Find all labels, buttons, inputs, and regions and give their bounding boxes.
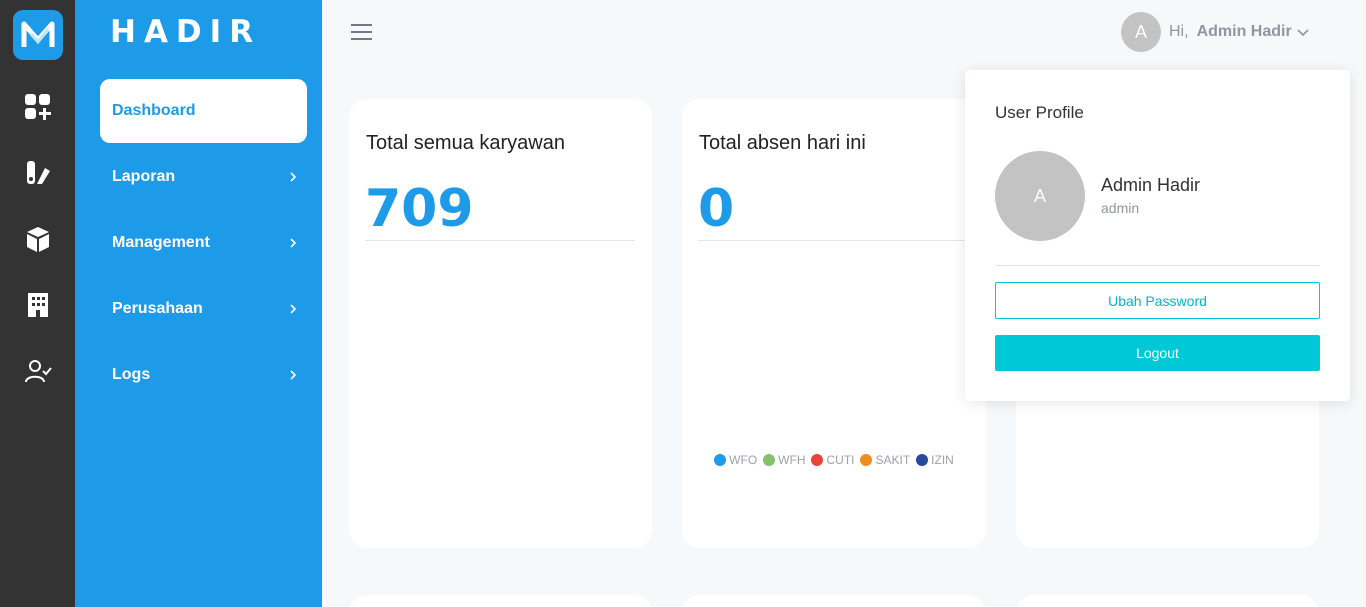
nav-item-label: Laporan xyxy=(112,168,176,185)
stat-card xyxy=(682,595,986,607)
brand-logo: HADIR xyxy=(110,14,262,50)
menu-toggle-icon[interactable] xyxy=(351,24,373,41)
chevron-right-icon xyxy=(290,304,297,314)
nav-item-management[interactable]: Management xyxy=(100,211,307,275)
profile-role: admin xyxy=(1101,200,1140,216)
stat-card-total-karyawan: Total semua karyawan 709 xyxy=(349,99,652,548)
change-password-button[interactable]: Ubah Password xyxy=(995,282,1320,319)
avatar: A xyxy=(995,151,1085,241)
legend-dot xyxy=(811,454,824,466)
stat-card-absen-hari-ini: Total absen hari ini 0 WFO WFH CUTI SAKI… xyxy=(682,99,986,548)
sidebar-nav: HADIR Dashboard Laporan Management Perus… xyxy=(75,0,322,607)
divider xyxy=(995,265,1320,266)
legend-item-izin[interactable]: IZIN xyxy=(916,453,954,467)
chart-legend: WFO WFH CUTI SAKIT IZIN xyxy=(682,453,986,473)
legend-dot xyxy=(860,454,873,466)
legend-label: WFH xyxy=(778,453,806,467)
user-check-icon[interactable] xyxy=(22,355,54,387)
legend-dot xyxy=(714,454,727,466)
legend-item-wfh[interactable]: WFH xyxy=(763,453,805,467)
user-profile-dropdown: User Profile A Admin Hadir admin Ubah Pa… xyxy=(965,70,1350,401)
legend-item-wfo[interactable]: WFO xyxy=(714,453,757,467)
divider xyxy=(365,240,635,241)
nav-item-perusahaan[interactable]: Perusahaan xyxy=(100,277,307,341)
avatar: A xyxy=(1121,12,1161,52)
card-value: 709 xyxy=(365,179,474,239)
nav-item-label: Logs xyxy=(112,366,151,383)
divider xyxy=(698,240,986,241)
icon-rail xyxy=(0,0,75,607)
stat-card xyxy=(349,595,652,607)
legend-label: CUTI xyxy=(826,453,855,467)
building-icon[interactable] xyxy=(22,289,54,321)
chevron-right-icon xyxy=(290,370,297,380)
chevron-right-icon xyxy=(290,172,297,182)
legend-dot xyxy=(763,454,776,466)
chevron-right-icon xyxy=(290,238,297,248)
dashboard-add-icon[interactable] xyxy=(22,91,54,123)
nav-item-label: Dashboard xyxy=(112,102,196,119)
box-icon[interactable] xyxy=(22,223,54,255)
stat-card xyxy=(1016,595,1319,607)
legend-label: SAKIT xyxy=(875,453,911,467)
legend-label: IZIN xyxy=(931,453,954,467)
dropdown-title: User Profile xyxy=(995,103,1084,122)
card-value: 0 xyxy=(698,179,735,239)
profile-name: Admin Hadir xyxy=(1101,175,1201,195)
nav-item-dashboard[interactable]: Dashboard xyxy=(100,79,307,143)
app-logo-icon[interactable] xyxy=(13,10,63,60)
user-menu-trigger[interactable]: A Hi, Admin Hadir xyxy=(1121,12,1310,52)
user-name: Admin Hadir xyxy=(1196,23,1292,40)
nav-item-label: Management xyxy=(112,234,210,251)
nav-item-label: Perusahaan xyxy=(112,300,203,317)
card-title: Total absen hari ini xyxy=(699,132,866,154)
legend-dot xyxy=(916,454,929,466)
chevron-down-icon xyxy=(1297,29,1309,37)
logout-button[interactable]: Logout xyxy=(995,335,1320,371)
card-title: Total semua karyawan xyxy=(366,132,565,154)
greeting-text: Hi, xyxy=(1169,23,1189,40)
legend-item-cuti[interactable]: CUTI xyxy=(811,453,854,467)
legend-label: WFO xyxy=(729,453,758,467)
nav-item-laporan[interactable]: Laporan xyxy=(100,145,307,209)
nav-item-logs[interactable]: Logs xyxy=(100,343,307,407)
report-icon[interactable] xyxy=(22,157,54,189)
legend-item-sakit[interactable]: SAKIT xyxy=(860,453,910,467)
